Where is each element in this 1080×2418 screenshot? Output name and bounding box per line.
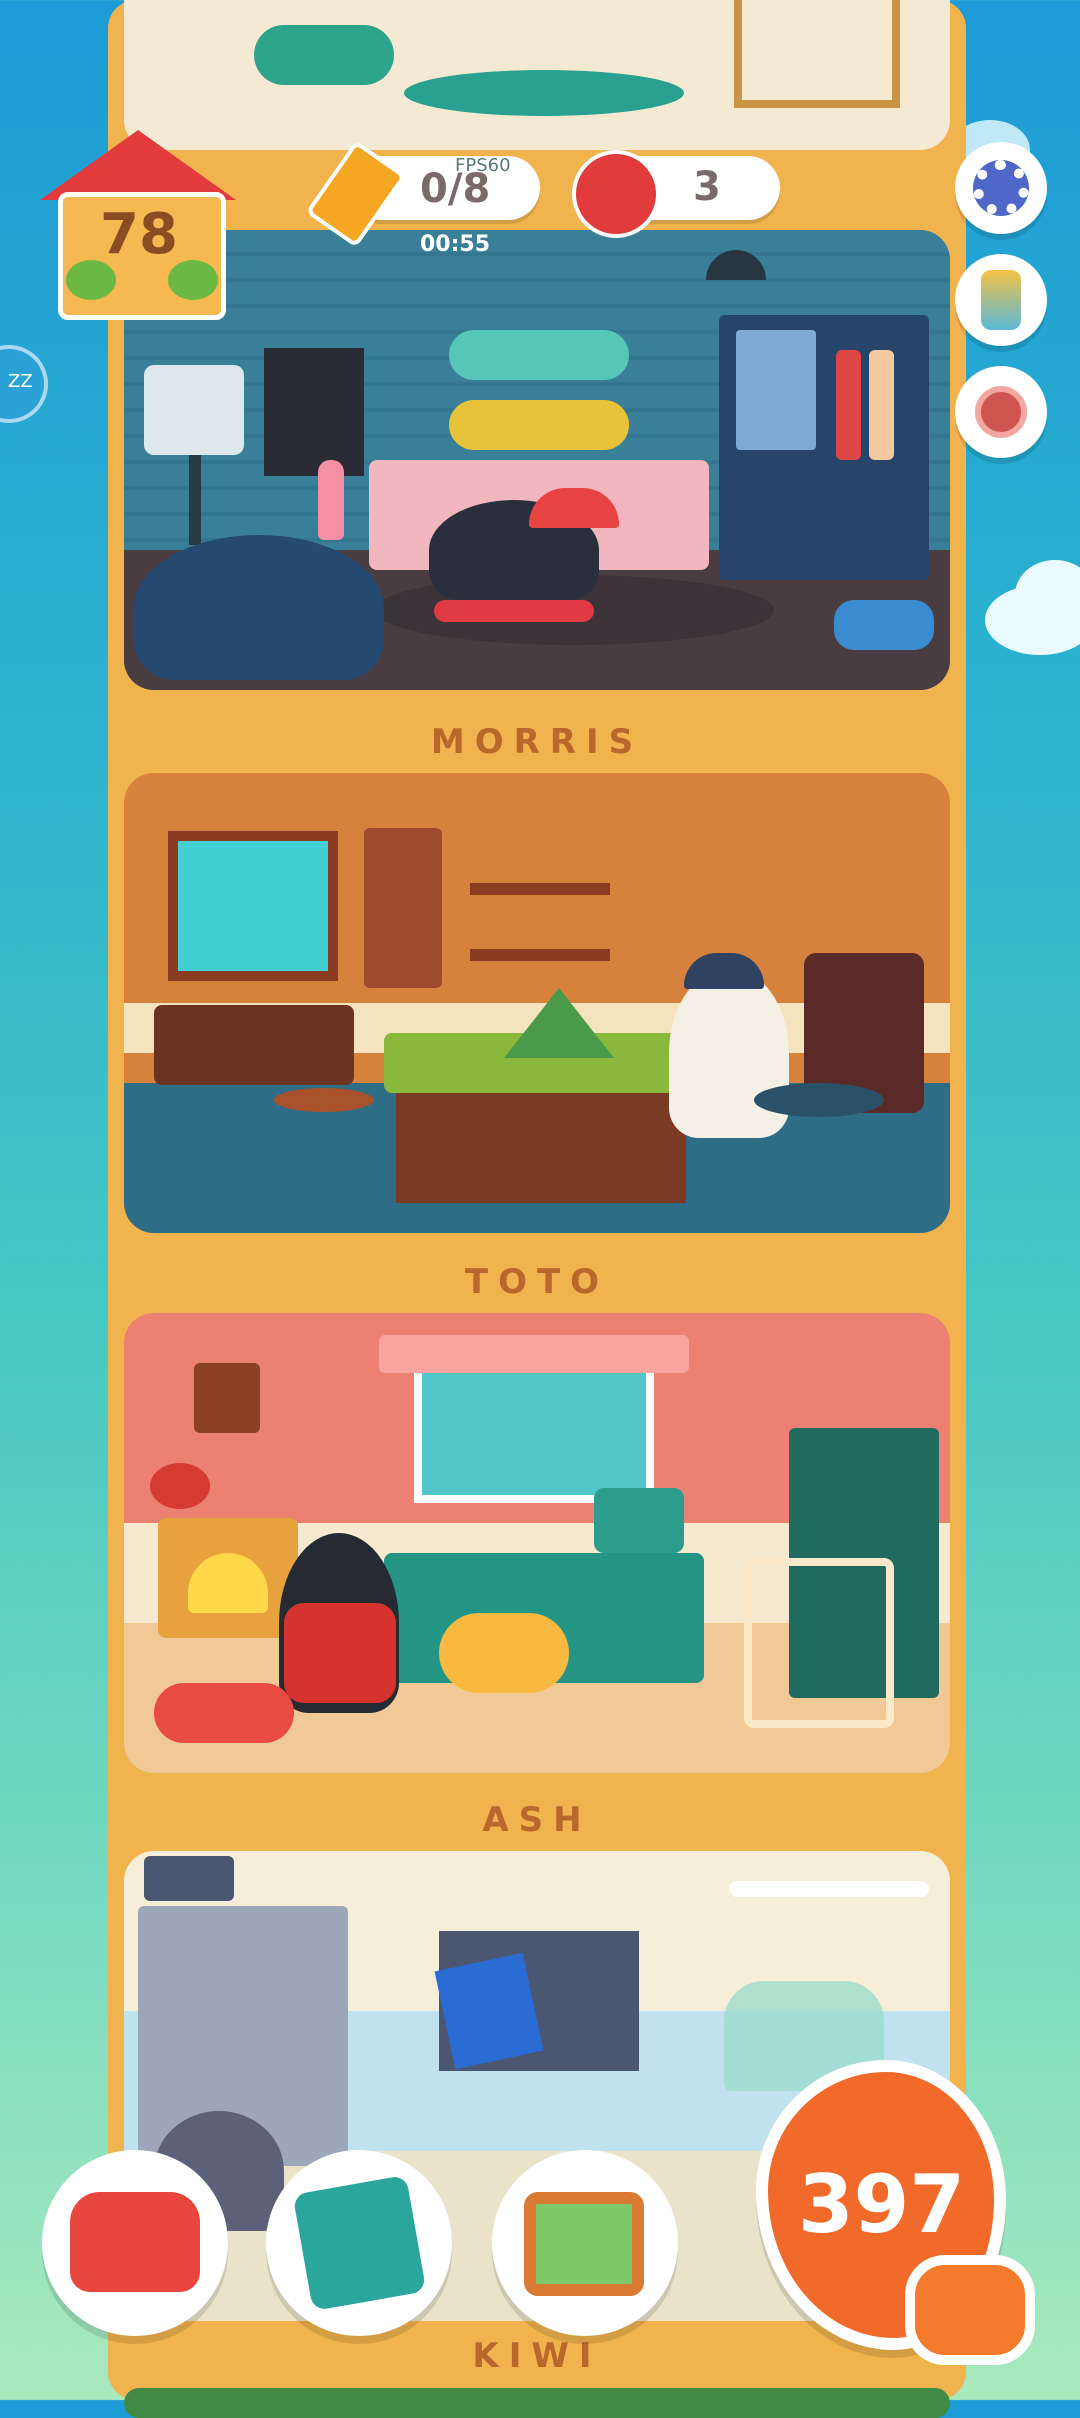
armchair-icon (70, 2192, 200, 2292)
gallery-button[interactable] (492, 2150, 678, 2336)
train-table-base (396, 1093, 686, 1203)
window (168, 831, 338, 981)
hanging-clothes (869, 350, 894, 460)
fish-can-icon (572, 150, 660, 238)
cuckoo-clock (194, 1363, 260, 1433)
paw-book-icon (292, 2174, 427, 2312)
gear-icon (973, 160, 1029, 216)
window (414, 1353, 654, 1503)
sleep-badge[interactable]: ZZ (0, 345, 48, 423)
bean-bag (134, 535, 384, 680)
cat-captain[interactable] (669, 968, 789, 1138)
room-label-morris: MORRIS (430, 722, 644, 762)
rug (404, 70, 684, 116)
paint-button[interactable] (955, 254, 1047, 346)
treat-button[interactable] (955, 366, 1047, 458)
skateboard-floor (434, 600, 594, 622)
cat-head-icon[interactable] (905, 2255, 1035, 2365)
room-kiwi-partial[interactable] (124, 2388, 950, 2418)
house-level-badge[interactable]: 78 (28, 130, 248, 320)
sneakers (834, 600, 934, 650)
mountain (504, 988, 614, 1058)
wardrobe-mirror (736, 330, 816, 450)
room-label-toto: TOTO (464, 1262, 610, 1302)
room-toto[interactable] (124, 1313, 950, 1773)
bench-with-pictures (154, 1005, 354, 1085)
cushion (439, 1613, 569, 1693)
curtain-valance (379, 1335, 689, 1373)
wall-shelf (470, 949, 610, 961)
red-sweater (284, 1603, 396, 1703)
control-box (144, 1856, 234, 1901)
catalog-button[interactable] (266, 2150, 452, 2336)
stool (274, 1088, 374, 1112)
shelf (734, 0, 900, 108)
currency-value: 397 (798, 2158, 965, 2251)
room-label-kiwi: KIWI (472, 2336, 602, 2376)
record-player (144, 365, 244, 455)
room-morris[interactable] (124, 773, 950, 1233)
countdown-timer: 00:55 (420, 232, 491, 257)
house-level-number: 78 (100, 202, 178, 267)
cat-poster (264, 348, 364, 476)
house-roof (40, 130, 236, 200)
birdhouse-shelf (364, 828, 442, 988)
room-label-ash: ASH (482, 1800, 592, 1840)
rocking-chair (744, 1558, 894, 1728)
chair (754, 1083, 884, 1117)
skateboard-wall-1 (449, 330, 629, 380)
sleep-badge-text: ZZ (8, 371, 33, 392)
teapot (150, 1463, 210, 1509)
sewing-machine (594, 1488, 684, 1553)
skateboard-wall-2 (449, 400, 629, 450)
fps-overlay: FPS60 (455, 155, 511, 176)
yarn-basket (154, 1683, 294, 1743)
picture-frame-icon (524, 2192, 644, 2296)
ottoman (254, 25, 394, 85)
record-player-stand (189, 455, 201, 545)
lava-lamp (318, 460, 344, 540)
ceiling-light (729, 1881, 929, 1897)
settings-button[interactable] (955, 142, 1047, 234)
room-top-partial[interactable] (124, 0, 950, 150)
captain-hat (684, 953, 764, 989)
wall-shelf (470, 883, 610, 895)
hanging-clothes (836, 350, 861, 460)
fish-can-count: 3 (693, 164, 721, 210)
paintbrush-icon (981, 270, 1021, 330)
furniture-button[interactable] (42, 2150, 228, 2336)
meat-icon (975, 386, 1027, 438)
